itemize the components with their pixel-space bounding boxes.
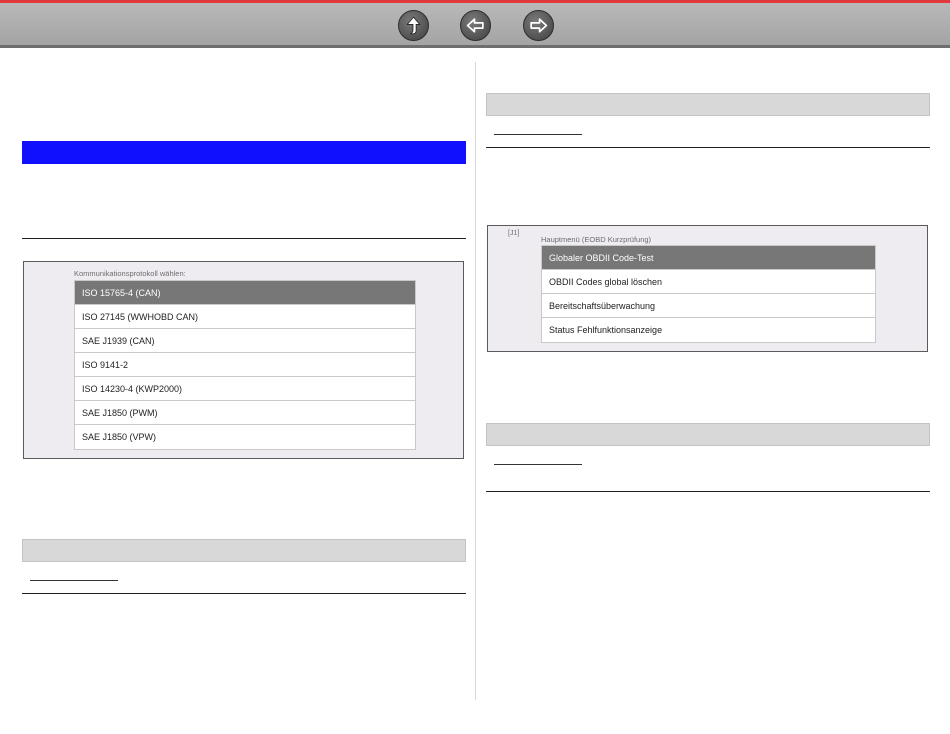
protocol-select-panel: Kommunikationsprotokoll wählen: ISO 1576…	[23, 261, 464, 459]
list-item[interactable]: Status Fehlfunktionsanzeige	[542, 318, 875, 342]
protocol-panel-caption: Kommunikationsprotokoll wählen:	[74, 269, 186, 278]
section-rule	[486, 491, 930, 492]
section-rule	[486, 147, 930, 148]
list-item[interactable]: SAE J1850 (VPW)	[75, 425, 415, 449]
section-header-bar	[22, 539, 466, 562]
list-item[interactable]: ISO 9141-2	[75, 353, 415, 377]
section-rule	[22, 238, 466, 239]
list-item[interactable]: Globaler OBDII Code-Test	[542, 246, 875, 270]
section-rule	[22, 593, 466, 594]
heading-underline	[30, 580, 118, 581]
protocol-list: ISO 15765-4 (CAN) ISO 27145 (WWHOBD CAN)…	[74, 280, 416, 450]
section-header-bar	[486, 423, 930, 446]
main-menu-list: Globaler OBDII Code-Test OBDII Codes glo…	[541, 245, 876, 343]
list-item[interactable]: SAE J1939 (CAN)	[75, 329, 415, 353]
navigation-toolbar	[0, 0, 950, 48]
up-arrow-button[interactable]	[398, 10, 429, 41]
list-item[interactable]: SAE J1850 (PWM)	[75, 401, 415, 425]
main-menu-panel: [J1] Hauptmenü (EOBD Kurzprüfung) Global…	[487, 225, 928, 352]
menu-panel-caption: Hauptmenü (EOBD Kurzprüfung)	[541, 235, 652, 244]
up-arrow-icon	[406, 16, 421, 35]
list-item[interactable]: ISO 14230-4 (KWP2000)	[75, 377, 415, 401]
list-item[interactable]: ISO 27145 (WWHOBD CAN)	[75, 305, 415, 329]
highlight-bar	[22, 141, 466, 164]
heading-underline	[494, 464, 582, 465]
heading-underline	[494, 134, 582, 135]
screen-tag: [J1]	[508, 230, 520, 237]
back-arrow-button[interactable]	[460, 10, 491, 41]
section-header-bar	[486, 93, 930, 116]
list-item[interactable]: OBDII Codes global löschen	[542, 270, 875, 294]
column-divider	[475, 62, 476, 700]
right-arrow-icon	[530, 18, 548, 33]
list-item[interactable]: ISO 15765-4 (CAN)	[75, 281, 415, 305]
list-item[interactable]: Bereitschaftsüberwachung	[542, 294, 875, 318]
forward-arrow-button[interactable]	[523, 10, 554, 41]
left-arrow-icon	[466, 18, 484, 33]
